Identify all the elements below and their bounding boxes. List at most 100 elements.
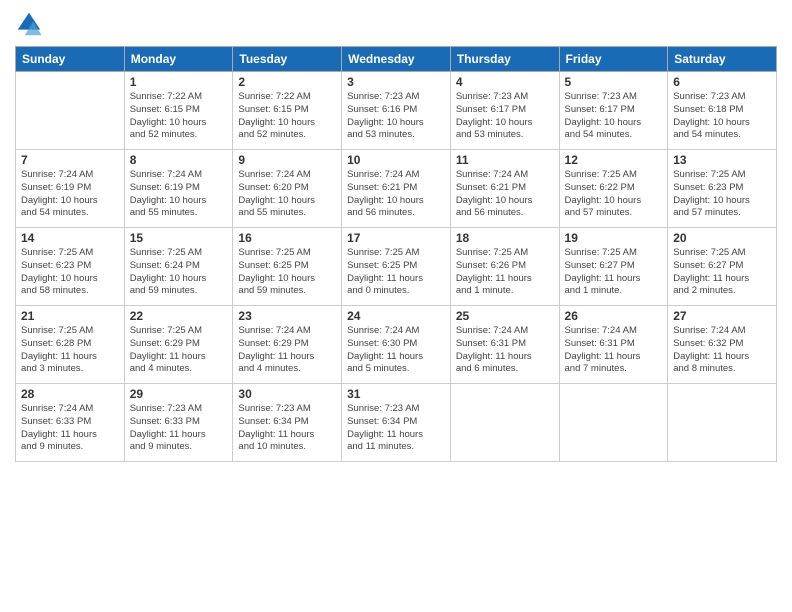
- day-info: Sunrise: 7:25 AMSunset: 6:27 PMDaylight:…: [565, 247, 663, 298]
- calendar-cell: 29 Sunrise: 7:23 AMSunset: 6:33 PMDayligh…: [124, 384, 233, 462]
- calendar-cell: [559, 384, 668, 462]
- day-info: Sunrise: 7:23 AMSunset: 6:18 PMDaylight:…: [673, 91, 771, 142]
- week-row-3: 14 Sunrise: 7:25 AMSunset: 6:23 PMDayligh…: [16, 228, 777, 306]
- calendar-cell: 13Sunrise: 7:25 AMSunset: 6:23 PMDayligh…: [668, 150, 777, 228]
- calendar-cell: 28 Sunrise: 7:24 AMSunset: 6:33 PMDayligh…: [16, 384, 125, 462]
- day-number: 27: [673, 309, 771, 323]
- day-info: Sunrise: 7:23 AMSunset: 6:34 PMDaylight:…: [347, 403, 445, 454]
- calendar-cell: 23 Sunrise: 7:24 AMSunset: 6:29 PMDayligh…: [233, 306, 342, 384]
- calendar-cell: 20 Sunrise: 7:25 AMSunset: 6:27 PMDayligh…: [668, 228, 777, 306]
- calendar-cell: 3 Sunrise: 7:23 AMSunset: 6:16 PMDaylight…: [342, 72, 451, 150]
- day-number: 14: [21, 231, 119, 245]
- day-number: 7: [21, 153, 119, 167]
- calendar-cell: 18Sunrise: 7:25 AMSunset: 6:26 PMDayligh…: [450, 228, 559, 306]
- day-info: Sunrise: 7:22 AMSunset: 6:15 PMDaylight:…: [238, 91, 336, 142]
- calendar-cell: 1 Sunrise: 7:22 AMSunset: 6:15 PMDaylight…: [124, 72, 233, 150]
- day-info: Sunrise: 7:25 AMSunset: 6:23 PMDaylight:…: [21, 247, 119, 298]
- calendar-table: SundayMondayTuesdayWednesdayThursdayFrid…: [15, 46, 777, 462]
- day-number: 28: [21, 387, 119, 401]
- calendar-cell: 26 Sunrise: 7:24 AMSunset: 6:31 PMDayligh…: [559, 306, 668, 384]
- week-row-4: 21Sunrise: 7:25 AMSunset: 6:28 PMDayligh…: [16, 306, 777, 384]
- calendar-cell: 10 Sunrise: 7:24 AMSunset: 6:21 PMDayligh…: [342, 150, 451, 228]
- day-info: Sunrise: 7:25 AMSunset: 6:25 PMDaylight:…: [347, 247, 445, 298]
- day-info: Sunrise: 7:24 AMSunset: 6:31 PMDaylight:…: [456, 325, 554, 376]
- calendar-cell: 25 Sunrise: 7:24 AMSunset: 6:31 PMDayligh…: [450, 306, 559, 384]
- calendar-cell: 31 Sunrise: 7:23 AMSunset: 6:34 PMDayligh…: [342, 384, 451, 462]
- day-header-wednesday: Wednesday: [342, 47, 451, 72]
- calendar-cell: 11Sunrise: 7:24 AMSunset: 6:21 PMDayligh…: [450, 150, 559, 228]
- calendar-cell: [668, 384, 777, 462]
- calendar-cell: 19 Sunrise: 7:25 AMSunset: 6:27 PMDayligh…: [559, 228, 668, 306]
- day-number: 11: [456, 153, 554, 167]
- day-info: Sunrise: 7:24 AMSunset: 6:19 PMDaylight:…: [130, 169, 228, 220]
- day-info: Sunrise: 7:24 AMSunset: 6:20 PMDaylight:…: [238, 169, 336, 220]
- day-number: 8: [130, 153, 228, 167]
- day-info: Sunrise: 7:25 AMSunset: 6:22 PMDaylight:…: [565, 169, 663, 220]
- day-number: 12: [565, 153, 663, 167]
- day-number: 3: [347, 75, 445, 89]
- calendar-cell: 6 Sunrise: 7:23 AMSunset: 6:18 PMDaylight…: [668, 72, 777, 150]
- day-number: 15: [130, 231, 228, 245]
- day-number: 19: [565, 231, 663, 245]
- day-number: 24: [347, 309, 445, 323]
- day-header-thursday: Thursday: [450, 47, 559, 72]
- day-number: 6: [673, 75, 771, 89]
- day-number: 31: [347, 387, 445, 401]
- calendar-cell: 2 Sunrise: 7:22 AMSunset: 6:15 PMDaylight…: [233, 72, 342, 150]
- day-info: Sunrise: 7:24 AMSunset: 6:19 PMDaylight:…: [21, 169, 119, 220]
- calendar-cell: 24 Sunrise: 7:24 AMSunset: 6:30 PMDayligh…: [342, 306, 451, 384]
- day-number: 30: [238, 387, 336, 401]
- day-info: Sunrise: 7:25 AMSunset: 6:29 PMDaylight:…: [130, 325, 228, 376]
- calendar-cell: 14 Sunrise: 7:25 AMSunset: 6:23 PMDayligh…: [16, 228, 125, 306]
- day-info: Sunrise: 7:22 AMSunset: 6:15 PMDaylight:…: [130, 91, 228, 142]
- page: SundayMondayTuesdayWednesdayThursdayFrid…: [0, 0, 792, 612]
- calendar-cell: [16, 72, 125, 150]
- calendar-cell: 7 Sunrise: 7:24 AMSunset: 6:19 PMDaylight…: [16, 150, 125, 228]
- day-info: Sunrise: 7:24 AMSunset: 6:30 PMDaylight:…: [347, 325, 445, 376]
- day-number: 29: [130, 387, 228, 401]
- day-number: 10: [347, 153, 445, 167]
- day-header-saturday: Saturday: [668, 47, 777, 72]
- day-info: Sunrise: 7:23 AMSunset: 6:17 PMDaylight:…: [565, 91, 663, 142]
- days-header-row: SundayMondayTuesdayWednesdayThursdayFrid…: [16, 47, 777, 72]
- day-number: 2: [238, 75, 336, 89]
- day-info: Sunrise: 7:23 AMSunset: 6:33 PMDaylight:…: [130, 403, 228, 454]
- day-number: 26: [565, 309, 663, 323]
- day-number: 25: [456, 309, 554, 323]
- day-header-friday: Friday: [559, 47, 668, 72]
- day-number: 21: [21, 309, 119, 323]
- day-info: Sunrise: 7:24 AMSunset: 6:29 PMDaylight:…: [238, 325, 336, 376]
- calendar-cell: 12 Sunrise: 7:25 AMSunset: 6:22 PMDayligh…: [559, 150, 668, 228]
- day-info: Sunrise: 7:25 AMSunset: 6:24 PMDaylight:…: [130, 247, 228, 298]
- calendar-cell: 15 Sunrise: 7:25 AMSunset: 6:24 PMDayligh…: [124, 228, 233, 306]
- day-info: Sunrise: 7:25 AMSunset: 6:23 PMDaylight:…: [673, 169, 771, 220]
- day-number: 5: [565, 75, 663, 89]
- calendar-cell: [450, 384, 559, 462]
- day-info: Sunrise: 7:23 AMSunset: 6:34 PMDaylight:…: [238, 403, 336, 454]
- logo: [15, 10, 47, 38]
- day-info: Sunrise: 7:25 AMSunset: 6:25 PMDaylight:…: [238, 247, 336, 298]
- calendar-cell: 8 Sunrise: 7:24 AMSunset: 6:19 PMDaylight…: [124, 150, 233, 228]
- day-number: 16: [238, 231, 336, 245]
- day-info: Sunrise: 7:24 AMSunset: 6:31 PMDaylight:…: [565, 325, 663, 376]
- week-row-5: 28 Sunrise: 7:24 AMSunset: 6:33 PMDayligh…: [16, 384, 777, 462]
- day-number: 9: [238, 153, 336, 167]
- calendar-cell: 27 Sunrise: 7:24 AMSunset: 6:32 PMDayligh…: [668, 306, 777, 384]
- calendar-cell: 21Sunrise: 7:25 AMSunset: 6:28 PMDayligh…: [16, 306, 125, 384]
- day-info: Sunrise: 7:24 AMSunset: 6:33 PMDaylight:…: [21, 403, 119, 454]
- day-info: Sunrise: 7:23 AMSunset: 6:16 PMDaylight:…: [347, 91, 445, 142]
- header: [15, 10, 777, 38]
- day-header-tuesday: Tuesday: [233, 47, 342, 72]
- calendar-cell: 4Sunrise: 7:23 AMSunset: 6:17 PMDaylight…: [450, 72, 559, 150]
- day-number: 23: [238, 309, 336, 323]
- day-number: 20: [673, 231, 771, 245]
- day-info: Sunrise: 7:24 AMSunset: 6:32 PMDaylight:…: [673, 325, 771, 376]
- calendar-cell: 22Sunrise: 7:25 AMSunset: 6:29 PMDayligh…: [124, 306, 233, 384]
- day-header-sunday: Sunday: [16, 47, 125, 72]
- calendar-cell: 16 Sunrise: 7:25 AMSunset: 6:25 PMDayligh…: [233, 228, 342, 306]
- day-info: Sunrise: 7:25 AMSunset: 6:27 PMDaylight:…: [673, 247, 771, 298]
- calendar-cell: 17Sunrise: 7:25 AMSunset: 6:25 PMDayligh…: [342, 228, 451, 306]
- day-number: 1: [130, 75, 228, 89]
- week-row-2: 7 Sunrise: 7:24 AMSunset: 6:19 PMDaylight…: [16, 150, 777, 228]
- day-info: Sunrise: 7:24 AMSunset: 6:21 PMDaylight:…: [347, 169, 445, 220]
